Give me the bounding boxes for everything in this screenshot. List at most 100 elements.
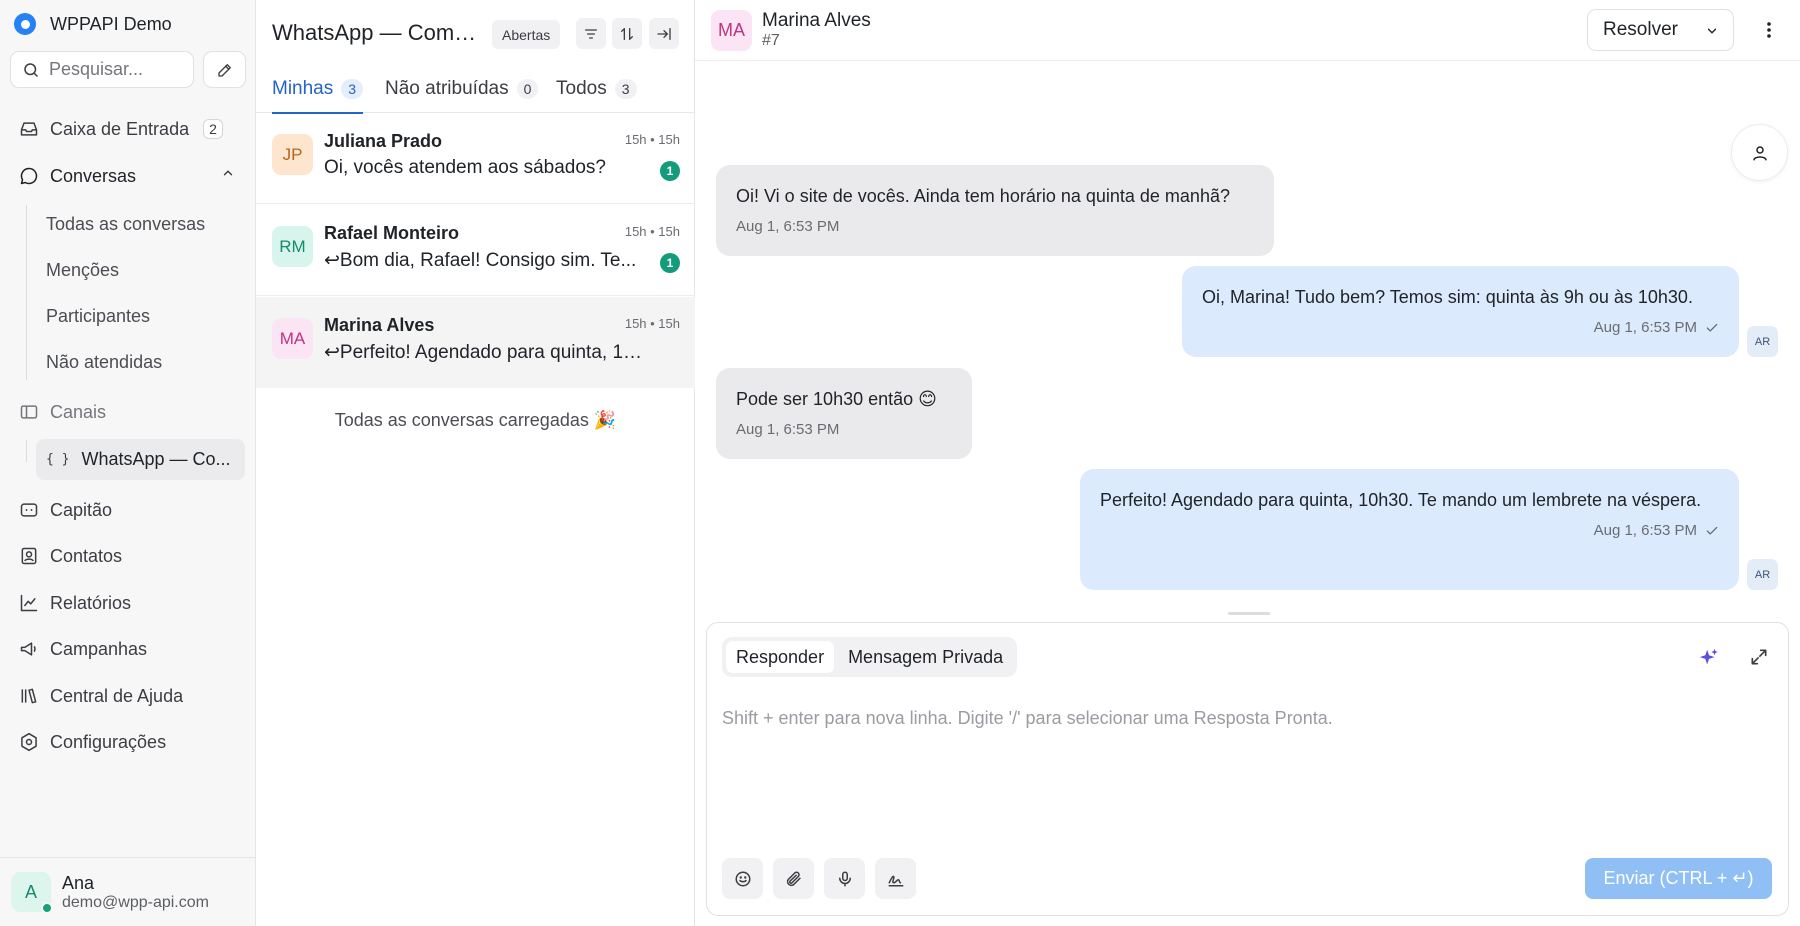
search-input[interactable]: [49, 59, 179, 80]
paperclip-icon: [786, 871, 801, 886]
message-time: Aug 1, 6:53 PM: [1593, 319, 1697, 336]
arrow-right-to-line-icon: [657, 27, 671, 40]
conversation-item[interactable]: JP Juliana Prado 15h • 15h Oi, vocês ate…: [256, 113, 695, 204]
status-filter-chip[interactable]: Abertas: [492, 20, 561, 49]
nav-reports[interactable]: Relatórios: [18, 588, 131, 618]
nav-campaigns-label: Campanhas: [50, 638, 148, 659]
user-email: demo@wpp-api.com: [62, 893, 209, 911]
message-incoming: Oi! Vi o site de vocês. Ainda tem horári…: [716, 165, 1274, 256]
composer-resize-handle[interactable]: [1228, 612, 1270, 615]
conversation-time: 15h • 15h: [624, 224, 680, 239]
inbox-count-badge: 2: [203, 119, 223, 139]
nav-conversations[interactable]: Conversas: [18, 161, 136, 191]
nav-campaigns[interactable]: Campanhas: [18, 634, 147, 664]
chat-header: MA Marina Alves #7 Resolver: [695, 0, 1800, 61]
agent-avatar: AR: [1747, 326, 1778, 357]
tab-all-label: Todos: [556, 78, 607, 99]
chevron-up-icon[interactable]: [221, 166, 235, 180]
reply-mode-option[interactable]: Responder: [726, 641, 835, 673]
voice-button[interactable]: [824, 858, 865, 899]
chat-bubble-icon: [18, 166, 40, 186]
send-button[interactable]: Enviar (CTRL + ↵): [1585, 858, 1772, 899]
tab-all[interactable]: Todos 3: [556, 75, 637, 113]
nav-channels-label: Canais: [50, 401, 107, 422]
attach-button[interactable]: [773, 858, 814, 899]
tab-mine-label: Minhas: [272, 78, 334, 99]
signature-button[interactable]: [875, 858, 916, 899]
message-text: Pode ser 10h30 então 😊: [736, 389, 937, 409]
conversation-contact-name: Juliana Prado: [324, 131, 443, 151]
user-profile[interactable]: A Ana demo@wpp-api.com: [0, 857, 256, 926]
brand-logo-icon: [14, 13, 36, 35]
megaphone-icon: [18, 639, 40, 659]
channel-whatsapp[interactable]: { } WhatsApp — Co...: [36, 439, 245, 480]
nav-settings[interactable]: Configurações: [18, 727, 166, 757]
conversation-contact-name: Marina Alves: [324, 315, 435, 335]
conversation-item-selected[interactable]: MA Marina Alves 15h • 15h ↩Perfeito! Age…: [256, 297, 695, 388]
conversation-time: 15h • 15h: [624, 316, 680, 331]
subnav-unattended[interactable]: Não atendidas: [46, 348, 162, 376]
user-avatar: A: [11, 872, 53, 914]
message-incoming: Pode ser 10h30 então 😊 Aug 1, 6:53 PM: [716, 368, 972, 459]
online-status-dot: [41, 902, 53, 914]
tab-unassigned-count: 0: [516, 79, 539, 99]
message-input[interactable]: [722, 703, 1772, 733]
private-note-mode-option[interactable]: Mensagem Privada: [838, 641, 1013, 673]
subnav-guide-line: [26, 205, 27, 380]
sort-button[interactable]: [612, 18, 642, 49]
message-text: Perfeito! Agendado para quinta, 10h30. T…: [1100, 490, 1702, 510]
subnav-all-conversations[interactable]: Todas as conversas: [46, 210, 205, 238]
library-icon: [18, 686, 40, 706]
tab-all-count: 3: [614, 79, 637, 99]
conversation-contact-name: Rafael Monteiro: [324, 223, 460, 243]
compose-button[interactable]: [203, 51, 246, 88]
brand[interactable]: WPPAPI Demo: [14, 10, 172, 38]
brand-name: WPPAPI Demo: [50, 13, 172, 34]
code-braces-icon: { }: [46, 452, 70, 467]
message-time: Aug 1, 6:53 PM: [1593, 522, 1697, 539]
contact-name[interactable]: Marina Alves: [762, 10, 871, 32]
microphone-icon: [838, 871, 851, 886]
expand-icon[interactable]: [1749, 647, 1769, 667]
filter-button[interactable]: [576, 18, 606, 49]
nav-contacts-label: Contatos: [50, 545, 123, 566]
unread-badge: 1: [660, 161, 680, 181]
subnav-mentions[interactable]: Menções: [46, 256, 119, 284]
more-options-icon[interactable]: [1759, 18, 1779, 42]
filter-lines-icon: [585, 28, 597, 39]
pencil-icon: [217, 63, 231, 77]
resolve-button[interactable]: Resolver: [1587, 9, 1734, 51]
nav-captain[interactable]: Capitão: [18, 495, 112, 525]
tab-mine[interactable]: Minhas 3: [272, 75, 364, 114]
subnav-participants[interactable]: Participantes: [46, 302, 150, 330]
nav-channels[interactable]: Canais: [18, 397, 106, 427]
nav-inbox[interactable]: Caixa de Entrada 2: [18, 114, 223, 144]
channel-whatsapp-label: WhatsApp — Co...: [81, 449, 231, 469]
nav-help-center-label: Central de Ajuda: [50, 685, 184, 706]
message-text: Oi, Marina! Tudo bem? Temos sim: quinta …: [1202, 287, 1693, 307]
nav-contacts[interactable]: Contatos: [18, 541, 122, 571]
chevron-down-icon[interactable]: [1705, 24, 1719, 38]
captain-icon: [18, 500, 40, 520]
nav-settings-label: Configurações: [50, 731, 167, 752]
message-time: Aug 1, 6:53 PM: [736, 218, 840, 235]
user-name: Ana: [62, 872, 95, 893]
reply-composer: Responder Mensagem Privada Enviar (CTRL …: [706, 622, 1789, 916]
collapse-list-button[interactable]: [649, 18, 679, 49]
contacts-icon: [18, 546, 40, 566]
conversation-time: 15h • 15h: [624, 132, 680, 147]
conversation-item[interactable]: RM Rafael Monteiro 15h • 15h ↩Bom dia, R…: [256, 205, 695, 296]
conversation-avatar: MA: [272, 318, 313, 359]
channels-icon: [18, 402, 40, 422]
emoji-button[interactable]: [722, 858, 763, 899]
assignment-tabs: Minhas 3 Não atribuídas 0 Todos 3: [256, 75, 695, 114]
nav-help-center[interactable]: Central de Ajuda: [18, 681, 183, 711]
tab-unassigned[interactable]: Não atribuídas 0: [385, 75, 539, 113]
sort-arrows-icon: [621, 27, 633, 40]
contact-avatar[interactable]: MA: [711, 10, 752, 51]
search-box[interactable]: [10, 51, 194, 88]
nav-inbox-label: Caixa de Entrada: [50, 118, 190, 139]
contact-details-button[interactable]: [1731, 124, 1788, 181]
conversation-id: #7: [762, 32, 780, 49]
ai-sparkle-icon[interactable]: [1698, 647, 1720, 669]
